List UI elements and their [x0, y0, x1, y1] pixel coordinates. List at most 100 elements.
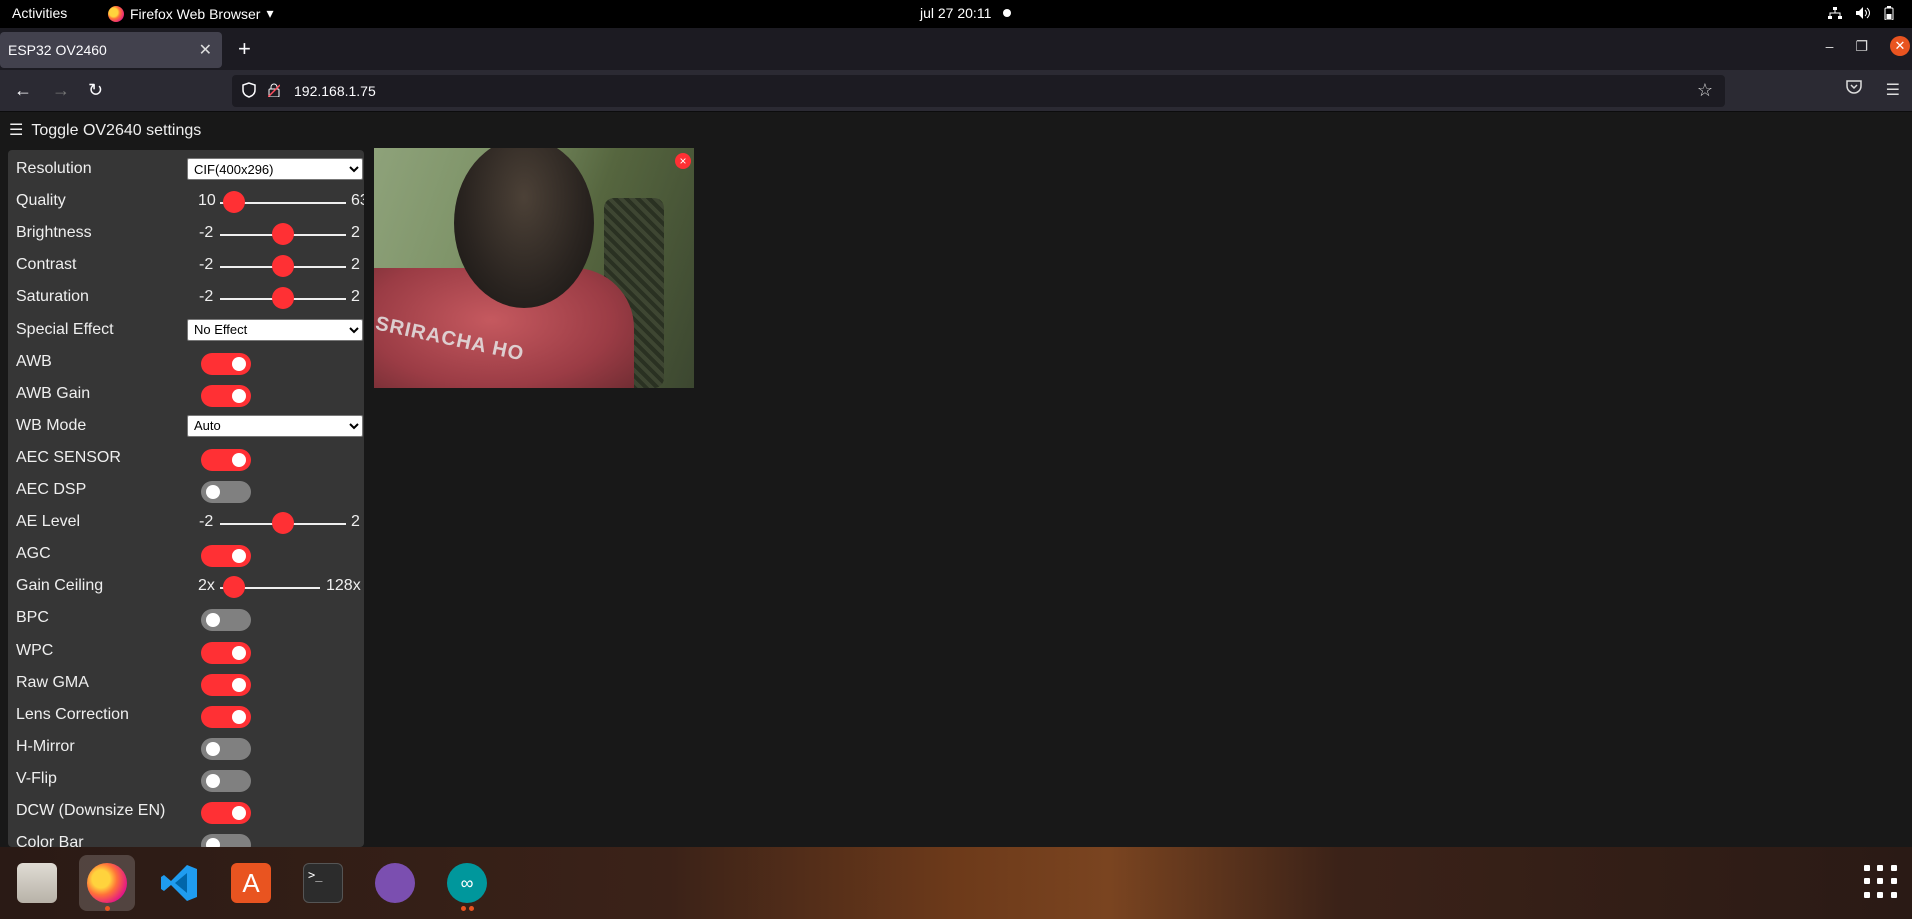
insecure-lock-icon[interactable] [268, 83, 280, 97]
range-min-label: 10 [198, 192, 216, 210]
tab-title: ESP32 OV2460 [8, 42, 107, 58]
setting-row: Gain Ceiling 2x 128x [8, 571, 364, 603]
new-tab-button[interactable]: + [238, 36, 251, 62]
setting-label: Brightness [16, 224, 92, 242]
toggle-settings-label: Toggle OV2640 settings [31, 122, 202, 139]
toggle-knob [232, 806, 246, 820]
toggle-switch[interactable] [201, 737, 251, 760]
setting-row: Quality 10 63 [8, 186, 364, 218]
setting-label: Quality [16, 192, 66, 210]
toggle-switch[interactable] [201, 609, 251, 632]
show-applications-icon[interactable] [1864, 865, 1898, 899]
toggle-switch[interactable] [201, 545, 251, 568]
hamburger-menu-icon[interactable]: ☰ [1886, 80, 1900, 100]
shield-icon[interactable] [242, 82, 256, 98]
toggle-switch[interactable] [201, 481, 251, 503]
battery-icon [1884, 6, 1894, 23]
bookmark-star-icon[interactable]: ☆ [1697, 80, 1713, 101]
tab-close-icon[interactable]: ✕ [199, 40, 212, 60]
setting-row: AEC DSP [8, 475, 364, 507]
close-window-icon[interactable]: ✕ [1890, 36, 1910, 56]
range-thumb[interactable] [272, 287, 294, 310]
setting-label: AEC DSP [16, 481, 87, 498]
setting-row: AEC SENSOR [8, 443, 364, 475]
toggle-knob [206, 485, 220, 499]
toggle-switch[interactable] [201, 673, 251, 696]
page-content: ☰ Toggle OV2640 settings Resolution CIF(40… [0, 112, 1912, 847]
dock-software[interactable]: A [223, 855, 279, 911]
setting-row: AWB [8, 347, 364, 379]
range-thumb[interactable] [272, 223, 294, 246]
setting-row: Saturation -2 2 [8, 282, 364, 314]
system-tray[interactable] [1828, 6, 1894, 23]
toggle-switch[interactable] [201, 834, 251, 847]
setting-select[interactable]: Auto [187, 414, 363, 437]
tab-esp32[interactable]: ESP32 OV2460 ✕ [0, 32, 222, 68]
setting-label: Saturation [16, 288, 89, 306]
range-thumb[interactable] [272, 512, 294, 535]
dock-vscode[interactable] [151, 855, 207, 911]
toggle-switch[interactable] [201, 384, 251, 407]
setting-label: WPC [16, 641, 54, 659]
range-max-label: 2 [351, 224, 360, 242]
url-text[interactable]: 192.168.1.75 [294, 83, 376, 99]
dock-arduino[interactable]: ∞ [439, 855, 495, 911]
setting-label: AWB [16, 352, 52, 370]
setting-label: AE Level [16, 513, 81, 531]
toggle-switch[interactable] [201, 448, 251, 471]
clock[interactable]: jul 27 20:11 [920, 5, 1012, 21]
setting-label: DCW (Downsize EN) [16, 802, 166, 819]
dock-files[interactable] [9, 855, 65, 911]
setting-select[interactable]: CIF(400x296) [187, 158, 363, 180]
toggle-switch[interactable] [201, 641, 251, 664]
setting-row: Color Bar [8, 828, 364, 847]
range-max-label: 2 [351, 288, 360, 306]
setting-row: Special Effect No Effect [8, 315, 364, 347]
setting-label: Special Effect [16, 320, 114, 338]
navigation-toolbar: ← → ↻ 192.168.1.75 ☆ ☰ [0, 70, 1912, 112]
range-thumb[interactable] [223, 576, 245, 599]
setting-row: Lens Correction [8, 700, 364, 732]
minimize-icon[interactable]: – [1826, 38, 1834, 54]
pocket-icon[interactable] [1845, 80, 1862, 100]
toggle-switch[interactable] [201, 802, 251, 824]
reload-icon[interactable]: ↻ [88, 80, 103, 101]
range-thumb[interactable] [223, 191, 245, 214]
forward-icon[interactable]: → [52, 80, 70, 101]
app-menu-label: Firefox Web Browser [130, 5, 261, 22]
dock-terminal[interactable]: >_ [295, 855, 351, 911]
setting-select[interactable]: No Effect [187, 318, 363, 341]
toggle-knob [232, 645, 246, 660]
menu-icon: ☰ [9, 122, 24, 139]
arduino-icon: ∞ [447, 863, 487, 903]
dock-firefox[interactable] [79, 855, 135, 911]
vscode-icon [159, 863, 199, 903]
range-max-label: 2 [351, 513, 360, 531]
setting-row: WPC [8, 636, 364, 668]
close-stream-button[interactable]: × [675, 153, 691, 169]
toggle-knob [232, 388, 246, 403]
setting-label: Contrast [16, 256, 77, 274]
toggle-settings-button[interactable]: ☰ Toggle OV2640 settings [9, 120, 201, 140]
toggle-switch[interactable] [201, 705, 251, 728]
toggle-switch[interactable] [201, 352, 251, 375]
range-min-label: -2 [199, 288, 214, 306]
setting-label: H-Mirror [16, 737, 75, 755]
setting-label: Raw GMA [16, 673, 89, 691]
activities-button[interactable]: Activities [12, 5, 67, 21]
software-icon: A [231, 863, 271, 903]
url-bar[interactable]: 192.168.1.75 ☆ [232, 75, 1725, 107]
files-icon [17, 863, 57, 903]
camera-stream-image: SRIRACHA HO [374, 148, 694, 388]
back-icon[interactable]: ← [14, 80, 32, 101]
setting-row: AGC [8, 539, 364, 571]
toggle-knob [206, 838, 220, 847]
app-menu[interactable]: Firefox Web Browser ▾ [108, 5, 273, 22]
toggle-knob [206, 773, 220, 788]
range-thumb[interactable] [272, 255, 294, 278]
toggle-switch[interactable] [201, 769, 251, 792]
dock: A >_ ∞ [0, 847, 1912, 919]
restore-icon[interactable]: ❐ [1855, 38, 1868, 55]
dock-github[interactable] [367, 855, 423, 911]
toggle-knob [232, 709, 246, 724]
